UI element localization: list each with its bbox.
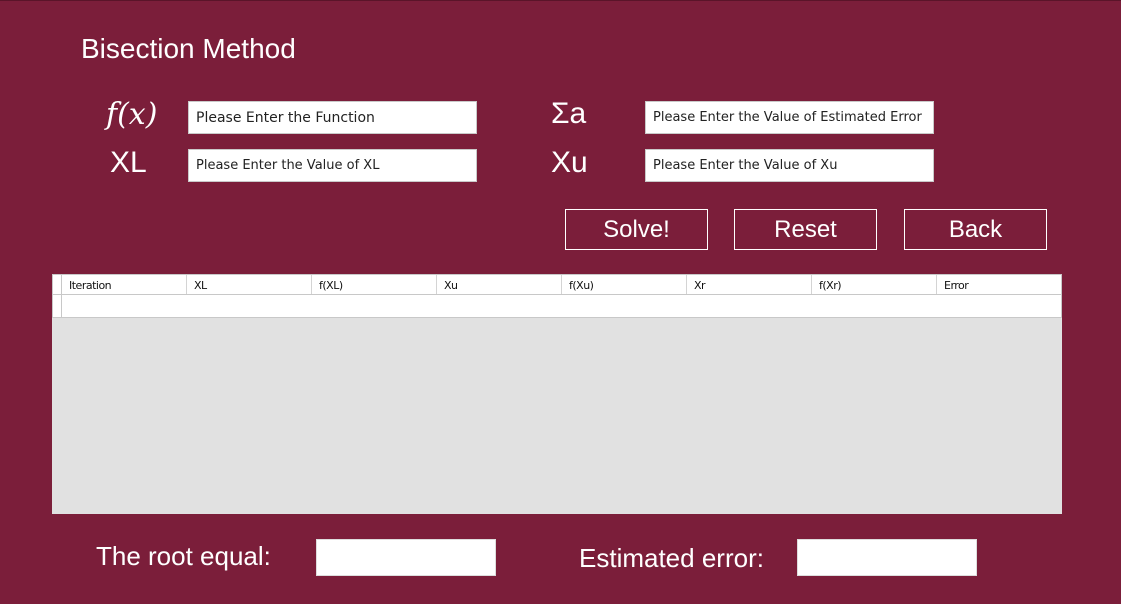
xl-label: XL xyxy=(110,146,147,179)
xu-input[interactable] xyxy=(645,149,934,182)
table-new-row[interactable] xyxy=(52,295,1062,318)
table-corner-cell xyxy=(53,275,62,294)
column-header-error[interactable]: Error xyxy=(937,275,1063,294)
root-result-label: The root equal: xyxy=(96,541,271,571)
reset-button[interactable]: Reset xyxy=(734,209,877,250)
back-button[interactable]: Back xyxy=(904,209,1047,250)
column-header-iteration[interactable]: Iteration xyxy=(62,275,187,294)
solve-button[interactable]: Solve! xyxy=(565,209,708,250)
column-header-fxu[interactable]: f(Xu) xyxy=(562,275,687,294)
row-header-cell[interactable] xyxy=(53,295,62,317)
window-top-border xyxy=(0,0,1121,1)
iterations-table[interactable]: Iteration XL f(XL) Xu f(Xu) Xr f(Xr) Err… xyxy=(52,274,1062,514)
estimated-error-result-field[interactable] xyxy=(797,539,977,576)
estimated-error-label: Σa xyxy=(551,97,587,130)
table-header: Iteration XL f(XL) Xu f(Xu) Xr f(Xr) Err… xyxy=(52,274,1062,295)
page-title: Bisection Method xyxy=(81,33,296,64)
column-header-fxr[interactable]: f(Xr) xyxy=(812,275,937,294)
column-header-xr[interactable]: Xr xyxy=(687,275,812,294)
function-label: f(x) xyxy=(106,97,158,132)
column-header-xu[interactable]: Xu xyxy=(437,275,562,294)
column-header-fxl[interactable]: f(XL) xyxy=(312,275,437,294)
xl-input[interactable] xyxy=(188,149,477,182)
root-result-field[interactable] xyxy=(316,539,496,576)
function-input[interactable] xyxy=(188,101,477,134)
column-header-xl[interactable]: XL xyxy=(187,275,312,294)
estimated-error-result-label: Estimated error: xyxy=(579,543,764,573)
estimated-error-input[interactable] xyxy=(645,101,934,134)
xu-label: Xu xyxy=(551,146,588,179)
